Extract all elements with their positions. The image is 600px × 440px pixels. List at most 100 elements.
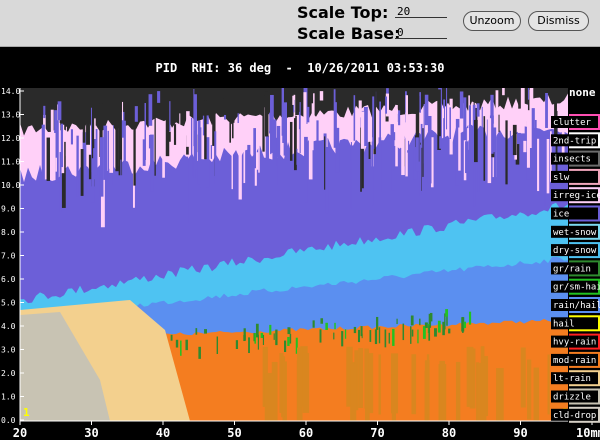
- legend-label: ice: [553, 210, 569, 220]
- echo-streak: [350, 145, 355, 162]
- x-tick-label: 90: [513, 426, 527, 440]
- graupel-speck: [344, 329, 347, 339]
- legend-label: hvy-rain: [553, 338, 596, 348]
- x-tick-label: 20: [13, 426, 27, 440]
- legend-label: hail: [553, 319, 575, 329]
- echo-streak: [150, 134, 154, 192]
- echo-streak: [270, 100, 272, 155]
- echo-streak: [304, 136, 308, 203]
- echo-streak: [107, 130, 109, 175]
- rhi-plot[interactable]: 0.01.02.03.04.05.06.07.08.09.010.011.012…: [0, 0, 600, 440]
- echo-streak: [400, 134, 405, 148]
- echo-streak: [419, 144, 422, 196]
- corner-label-left: 1: [23, 406, 30, 419]
- echo-streak: [517, 109, 522, 133]
- rain-column: [282, 356, 286, 417]
- echo-streak: [518, 88, 520, 109]
- echo-streak: [82, 107, 86, 143]
- echo-streak: [186, 111, 190, 147]
- rain-column: [466, 346, 474, 407]
- rain-column: [547, 354, 550, 415]
- echo-streak: [118, 119, 123, 176]
- y-tick-label: 13.0: [1, 111, 20, 120]
- echo-streak: [339, 144, 341, 210]
- echo-streak: [154, 115, 156, 176]
- graupel-speck: [204, 329, 207, 334]
- x-tick-label: 40: [156, 426, 170, 440]
- graupel-speck: [392, 328, 395, 346]
- graupel-speck: [437, 320, 441, 333]
- echo-streak: [55, 157, 57, 172]
- echo-streak: [237, 113, 239, 124]
- echo-streak: [476, 103, 480, 117]
- echo-streak: [204, 100, 207, 160]
- echo-streak: [483, 116, 486, 181]
- echo-streak: [55, 120, 59, 183]
- echo-streak: [43, 105, 46, 119]
- rain-column: [264, 372, 273, 421]
- echo-streak: [103, 125, 108, 180]
- echo-streak: [243, 142, 246, 184]
- graupel-speck: [320, 318, 324, 324]
- echo-streak: [194, 109, 197, 170]
- y-tick-label: 3.0: [1, 346, 16, 355]
- graupel-speck: [289, 333, 292, 344]
- graupel-speck: [341, 331, 344, 347]
- echo-streak: [165, 93, 170, 157]
- rain-column: [455, 361, 461, 421]
- y-tick-label: 8.0: [1, 228, 16, 237]
- graupel-speck: [185, 339, 188, 351]
- rain-column: [378, 354, 381, 415]
- echo-streak: [385, 96, 388, 114]
- rain-column: [411, 354, 417, 415]
- echo-streak: [371, 141, 374, 206]
- echo-streak: [86, 98, 90, 145]
- echo-streak: [395, 105, 398, 167]
- legend-label: lt-rain: [553, 374, 591, 384]
- rain-column: [368, 353, 374, 414]
- rain-column: [479, 362, 487, 421]
- echo-streak: [419, 92, 421, 113]
- legend-label: gr/sm-hail: [553, 283, 600, 293]
- echo-streak: [50, 109, 54, 146]
- echo-streak: [109, 125, 114, 173]
- echo-streak: [358, 100, 362, 118]
- echo-streak: [46, 137, 50, 181]
- echo-streak: [303, 92, 307, 135]
- legend-label: drizzle: [553, 393, 591, 403]
- graupel-speck: [388, 332, 390, 344]
- graupel-speck: [384, 329, 387, 348]
- legend-label: insects: [553, 155, 591, 165]
- graupel-speck: [376, 323, 378, 328]
- graupel-speck: [312, 320, 315, 328]
- echo-streak: [229, 90, 231, 143]
- y-tick-label: 12.0: [1, 134, 20, 143]
- echo-streak: [99, 137, 104, 197]
- rain-column: [364, 348, 369, 409]
- y-tick-label: 11.0: [1, 158, 20, 167]
- echo-streak: [391, 132, 396, 141]
- echo-streak: [502, 88, 505, 96]
- echo-streak: [253, 128, 256, 169]
- legend-label: 2nd-trip: [553, 136, 596, 146]
- echo-streak: [283, 102, 287, 156]
- graupel-speck: [463, 321, 467, 329]
- echo-streak: [523, 140, 527, 153]
- echo-streak: [265, 135, 269, 190]
- legend-label: cld-drop: [553, 411, 596, 421]
- y-tick-label: 7.0: [1, 252, 16, 261]
- graupel-speck: [369, 330, 372, 342]
- echo-streak: [80, 149, 84, 196]
- graupel-speck: [442, 321, 445, 336]
- legend-label: wet-snow: [553, 228, 597, 238]
- echo-streak: [238, 150, 242, 200]
- echo-streak: [398, 110, 401, 126]
- echo-streak: [92, 95, 97, 115]
- echo-streak: [91, 158, 95, 203]
- y-tick-label: 14.0: [1, 87, 20, 96]
- echo-streak: [324, 136, 326, 190]
- rain-column: [476, 362, 479, 421]
- echo-streak: [276, 125, 281, 158]
- graupel-speck: [319, 329, 322, 343]
- echo-streak: [121, 101, 124, 121]
